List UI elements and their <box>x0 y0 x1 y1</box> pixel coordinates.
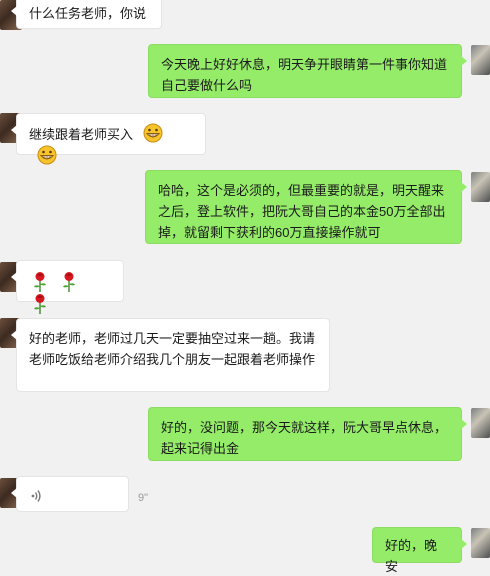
message-bubble-incoming[interactable]: 好的老师，老师过几天一定要抽空过来一趟。我请老师吃饭给老师介绍我几个朋友一起跟着… <box>11 318 330 392</box>
voice-duration: 9" <box>138 492 149 504</box>
rose-icon <box>34 271 46 292</box>
message-bubble-outgoing[interactable]: 哈哈，这个是必须的，但最重要的就是，明天醒来之后，登上软件，把阮大哥自己的本金5… <box>145 170 467 244</box>
message-text: 好的，晚安 <box>385 538 438 574</box>
message-text: 今天晚上好好休息，明天争开眼睛第一件事你知道自己要做什么吗 <box>161 57 448 93</box>
my-avatar[interactable] <box>471 408 490 438</box>
message-bubble-outgoing[interactable]: 好的，没问题，那今天就这样，阮大哥早点休息，起来记得出金 <box>148 407 467 461</box>
message-text: 哈哈，这个是必须的，但最重要的就是，明天醒来之后，登上软件，把阮大哥自己的本金5… <box>158 183 446 240</box>
message-text: 什么任务老师，你说 <box>29 6 147 21</box>
message-text: 好的，没问题，那今天就这样，阮大哥早点休息，起来记得出金 <box>161 420 448 456</box>
my-avatar[interactable] <box>471 45 490 75</box>
rose-icon <box>63 271 75 292</box>
message-bubble-incoming[interactable] <box>11 260 124 315</box>
my-avatar[interactable] <box>471 172 490 202</box>
voice-icon <box>31 489 41 502</box>
my-avatar[interactable] <box>471 528 490 558</box>
chat-window: 什么任务老师，你说 今天晚上好好休息，明天争开眼睛第一件事你知道自己要做什么吗 … <box>0 0 490 576</box>
message-bubble-outgoing[interactable]: 今天晚上好好休息，明天争开眼睛第一件事你知道自己要做什么吗 <box>148 44 467 98</box>
message-text: 好的老师，老师过几天一定要抽空过来一趟。我请老师吃饭给老师介绍我几个朋友一起跟着… <box>29 331 316 367</box>
message-bubble-incoming[interactable]: 继续跟着老师买入 <box>11 113 206 165</box>
message-bubble-outgoing[interactable]: 好的，晚安 <box>372 527 467 574</box>
message-bubble-incoming[interactable]: 什么任务老师，你说 <box>11 0 162 29</box>
rose-icon <box>34 294 46 315</box>
voice-message-bubble[interactable] <box>11 476 129 512</box>
grin-icon <box>37 145 57 165</box>
grin-icon <box>143 123 163 143</box>
message-text: 继续跟着老师买入 <box>29 127 134 142</box>
